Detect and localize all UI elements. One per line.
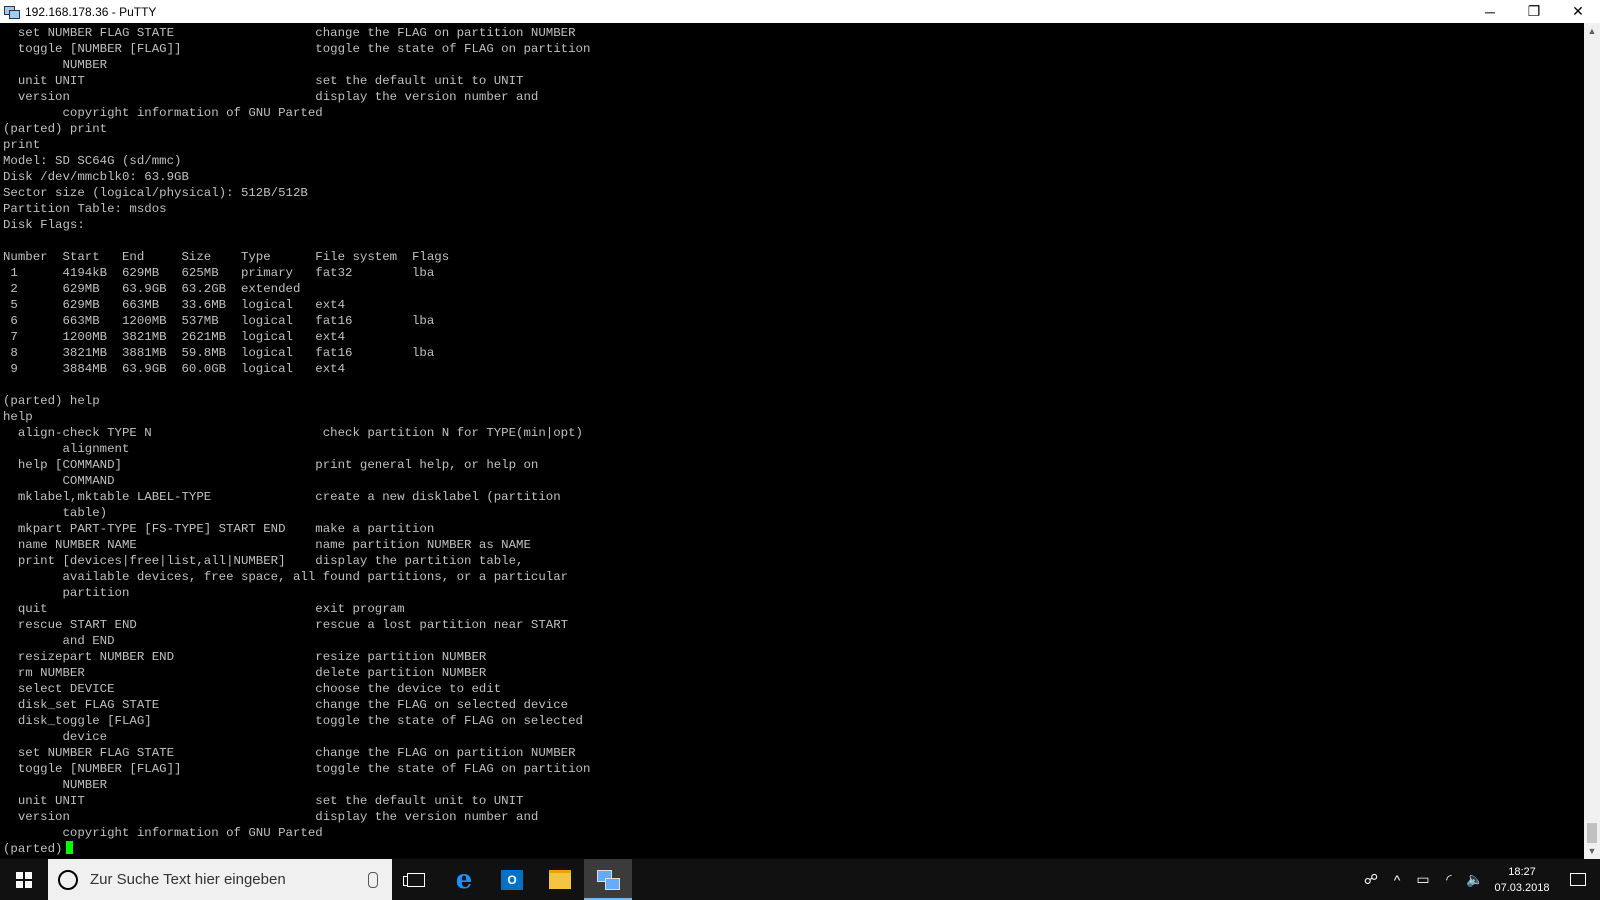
scroll-up-arrow-icon[interactable]: ▲ (1584, 23, 1600, 39)
people-icon[interactable]: ☍ (1358, 859, 1384, 900)
terminal-line: 8 3821MB 3881MB 59.8MB logical fat16 lba (10, 346, 435, 360)
terminal-line: unit UNIT set the default unit to UNIT (17, 794, 524, 808)
taskbar-clock[interactable]: 18:27 07.03.2018 (1488, 864, 1556, 896)
terminal-line: 2 629MB 63.9GB 63.2GB extended (10, 282, 301, 296)
terminal-line: Sector size (logical/physical): 512B/512… (3, 186, 308, 200)
terminal-line: quit exit program (17, 602, 405, 616)
terminal-line: mklabel,mktable LABEL-TYPE create a new … (17, 490, 561, 504)
notification-icon (1570, 873, 1586, 886)
putty-app-icon[interactable] (3, 4, 20, 20)
terminal-line: print (3, 138, 41, 152)
terminal-line: device (62, 730, 108, 744)
terminal-line: version display the version number and (17, 810, 539, 824)
terminal-cursor (65, 841, 73, 854)
terminal-line: toggle [NUMBER [FLAG]] toggle the state … (17, 42, 591, 56)
terminal-line: 5 629MB 663MB 33.6MB logical ext4 (10, 298, 346, 312)
putty-taskbar-button[interactable] (584, 859, 632, 900)
terminal-line: partition (62, 586, 130, 600)
terminal-line: version display the version number and (17, 90, 539, 104)
terminal-line: copyright information of GNU Parted (62, 826, 323, 840)
maximize-button[interactable]: ❐ (1512, 0, 1556, 23)
terminal-output: set NUMBER FLAG STATE change the FLAG on… (3, 25, 590, 857)
outlook-button[interactable]: O (488, 859, 536, 900)
terminal-area[interactable]: set NUMBER FLAG STATE change the FLAG on… (0, 23, 1584, 859)
terminal-line: Model: SD SC64G (sd/mmc) (3, 154, 182, 168)
clock-time: 18:27 (1508, 865, 1536, 878)
terminal-line: available devices, free space, all found… (62, 570, 569, 584)
terminal-line: set NUMBER FLAG STATE change the FLAG on… (17, 746, 576, 760)
wifi-icon[interactable]: ◜ (1436, 859, 1462, 900)
search-placeholder: Zur Suche Text hier eingeben (90, 871, 286, 888)
scroll-down-arrow-icon[interactable]: ▼ (1584, 843, 1600, 859)
system-tray: ☍ ^ ▭ ◜ 🔈 18:27 07.03.2018 (1358, 859, 1600, 900)
terminal-line: help [COMMAND] print general help, or he… (17, 458, 539, 472)
terminal-line: resizepart NUMBER END resize partition N… (17, 650, 487, 664)
terminal-line: (parted) print (3, 122, 108, 136)
battery-icon[interactable]: ▭ (1410, 859, 1436, 900)
terminal-scrollbar[interactable]: ▲ ▼ (1584, 23, 1600, 859)
terminal-line: (parted) help (3, 394, 100, 408)
window-controls: ─ ❐ ✕ (1468, 0, 1600, 23)
task-view-button[interactable] (392, 859, 440, 900)
terminal-line: name NUMBER NAME name partition NUMBER a… (17, 538, 531, 552)
taskview-icon (403, 872, 425, 887)
terminal-line: rm NUMBER delete partition NUMBER (17, 666, 487, 680)
clock-date: 07.03.2018 (1494, 881, 1550, 894)
terminal-line: Disk Flags: (3, 218, 85, 232)
terminal-line: NUMBER (62, 58, 108, 72)
outlook-icon: O (501, 869, 523, 890)
terminal-lines: set NUMBER FLAG STATE change the FLAG on… (3, 26, 590, 840)
terminal-line: unit UNIT set the default unit to UNIT (17, 74, 524, 88)
edge-button[interactable]: e (440, 859, 488, 900)
terminal-line: disk_toggle [FLAG] toggle the state of F… (17, 714, 583, 728)
close-button[interactable]: ✕ (1556, 0, 1600, 23)
terminal-line: align-check TYPE N check partition N for… (17, 426, 583, 440)
terminal-line: 1 4194kB 629MB 625MB primary fat32 lba (10, 266, 435, 280)
terminal-line: select DEVICE choose the device to edit (17, 682, 502, 696)
terminal-line: and END (62, 634, 115, 648)
show-hidden-icons-chevron-icon[interactable]: ^ (1384, 859, 1410, 900)
edge-icon: e (455, 864, 473, 895)
terminal-line: print [devices|free|list,all|NUMBER] dis… (17, 554, 524, 568)
terminal-line: copyright information of GNU Parted (62, 106, 323, 120)
taskbar: Zur Suche Text hier eingeben e O ☍ ^ ▭ ◜… (0, 859, 1600, 900)
window-title: 192.168.178.36 - PuTTY (25, 4, 157, 19)
terminal-line: rescue START END rescue a lost partition… (17, 618, 569, 632)
terminal-line: Number Start End Size Type File system F… (3, 250, 450, 264)
terminal-line: alignment (62, 442, 130, 456)
terminal-line: 9 3884MB 63.9GB 60.0GB logical ext4 (10, 362, 346, 376)
file-explorer-button[interactable] (536, 859, 584, 900)
terminal-line: toggle [NUMBER [FLAG]] toggle the state … (17, 762, 591, 776)
terminal-line: mkpart PART-TYPE [FS-TYPE] START END mak… (17, 522, 435, 536)
terminal-line: help (3, 410, 33, 424)
terminal-line: NUMBER (62, 778, 108, 792)
microphone-icon[interactable] (368, 871, 378, 888)
terminal-line: table) (62, 506, 108, 520)
terminal-line: 6 663MB 1200MB 537MB logical fat16 lba (10, 314, 435, 328)
taskbar-search-box[interactable]: Zur Suche Text hier eingeben (48, 859, 392, 900)
cortana-icon (58, 869, 78, 890)
terminal-line: disk_set FLAG STATE change the FLAG on s… (17, 698, 569, 712)
putty-icon (597, 869, 620, 890)
minimize-button[interactable]: ─ (1468, 0, 1512, 23)
terminal-line: COMMAND (62, 474, 115, 488)
folder-icon (549, 870, 571, 889)
terminal-prompt: (parted) (3, 842, 63, 856)
scrollbar-thumb[interactable] (1587, 823, 1597, 843)
terminal-line: Partition Table: msdos (3, 202, 167, 216)
start-button[interactable] (0, 859, 48, 900)
windows-logo-icon (16, 871, 32, 888)
terminal-line: Disk /dev/mmcblk0: 63.9GB (3, 170, 189, 184)
window-titlebar[interactable]: 192.168.178.36 - PuTTY ─ ❐ ✕ (0, 0, 1600, 23)
terminal-line: set NUMBER FLAG STATE change the FLAG on… (17, 26, 576, 40)
volume-icon[interactable]: 🔈 (1462, 859, 1488, 900)
terminal-line: 7 1200MB 3821MB 2621MB logical ext4 (10, 330, 346, 344)
action-center-button[interactable] (1556, 859, 1600, 900)
